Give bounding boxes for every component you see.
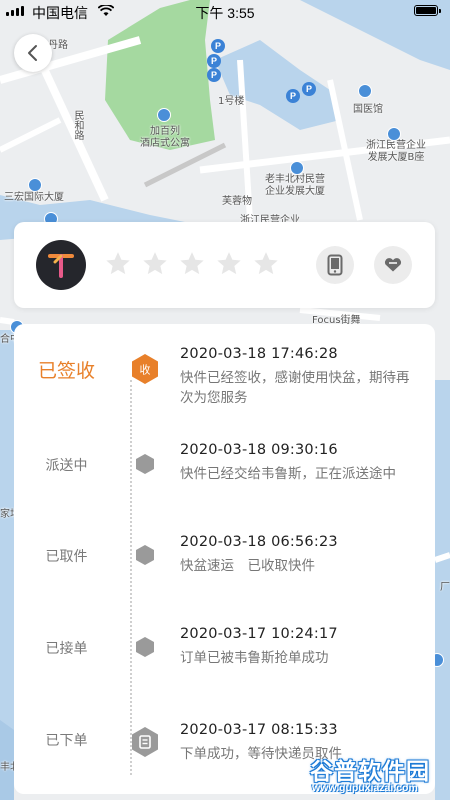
poi-marker-icon[interactable] — [358, 84, 372, 98]
timeline-connector — [130, 380, 132, 775]
parking-icon[interactable]: P — [207, 54, 221, 68]
map-label-building: 浙江民营企业 发展大厦B座 — [366, 140, 426, 163]
back-button[interactable] — [14, 34, 52, 72]
star-icon[interactable] — [141, 250, 169, 278]
star-icon[interactable] — [178, 250, 206, 278]
courier-card — [14, 222, 435, 308]
phone-icon — [327, 254, 343, 276]
timeline-time: 2020-03-18 17:46:28 — [180, 346, 338, 362]
svg-text:收: 收 — [140, 363, 151, 377]
map-label-building: 老丰北村民营 企业发展大厦 — [265, 174, 325, 197]
order-placed-badge-icon — [132, 727, 158, 757]
star-icon[interactable] — [252, 250, 280, 278]
timeline-status: 派送中 — [45, 458, 88, 474]
timeline-time: 2020-03-17 08:15:33 — [180, 722, 338, 738]
poi-marker-icon[interactable] — [290, 161, 304, 175]
timeline-desc: 订单已被韦鲁斯抢单成功 — [180, 650, 329, 666]
timeline-status: 已取件 — [45, 549, 88, 565]
timeline-status: 已接单 — [45, 641, 88, 657]
timeline-node-icon — [136, 545, 154, 565]
poi-marker-icon[interactable] — [28, 178, 42, 192]
status-bar: 中国电信 下午 3:55 — [0, 0, 450, 24]
map-label-road: 民和路 — [72, 110, 83, 140]
timeline-desc: 快件已经签收，感谢使用快盆，期待再次为您服务 — [180, 370, 410, 406]
battery-icon — [414, 5, 441, 16]
poi-marker-icon[interactable] — [387, 127, 401, 141]
map-label-building: 1号楼 — [218, 96, 245, 107]
star-icon[interactable] — [104, 250, 132, 278]
map-label-museum: 国医馆 — [353, 104, 383, 115]
map-label-hotel: 加百列 酒店式公寓 — [140, 126, 190, 149]
star-icon[interactable] — [215, 250, 243, 278]
site-watermark: 谷普软件园 www.gupuxiazai.com — [306, 752, 448, 798]
watermark-title: 谷普软件园 — [310, 759, 430, 785]
timeline-status: 已签收 — [37, 360, 95, 382]
timeline-status: 已下单 — [45, 733, 88, 749]
rating-stars[interactable] — [104, 250, 280, 278]
map-label-poi: 芙蓉物 — [222, 196, 252, 207]
timeline-time: 2020-03-17 10:24:17 — [180, 626, 338, 642]
call-courier-button[interactable] — [316, 246, 354, 284]
timeline-time: 2020-03-18 06:56:23 — [180, 534, 338, 550]
heart-icon — [384, 258, 402, 272]
timeline-desc: 快件已经交给韦鲁斯，正在派送途中 — [180, 466, 396, 482]
timeline-time: 2020-03-18 09:30:16 — [180, 442, 338, 458]
timeline-node-icon — [136, 454, 154, 474]
courier-logo-icon — [48, 254, 74, 278]
timeline-desc: 快盆速运 已收取快件 — [180, 558, 315, 574]
courier-avatar[interactable] — [36, 240, 86, 290]
parking-icon[interactable]: P — [211, 39, 225, 53]
parking-icon[interactable]: P — [302, 82, 316, 96]
parking-icon[interactable]: P — [286, 89, 300, 103]
timeline-node-icon — [136, 637, 154, 657]
watermark-url: www.gupuxiazai.com — [312, 782, 418, 794]
parking-icon[interactable]: P — [207, 68, 221, 82]
map-label-edge: 厂 — [440, 582, 450, 593]
favorite-courier-button[interactable] — [374, 246, 412, 284]
chevron-left-icon — [28, 45, 37, 61]
signed-badge-icon: 收 — [132, 354, 158, 384]
status-time: 下午 3:55 — [195, 5, 255, 21]
poi-marker-icon[interactable] — [157, 108, 171, 122]
